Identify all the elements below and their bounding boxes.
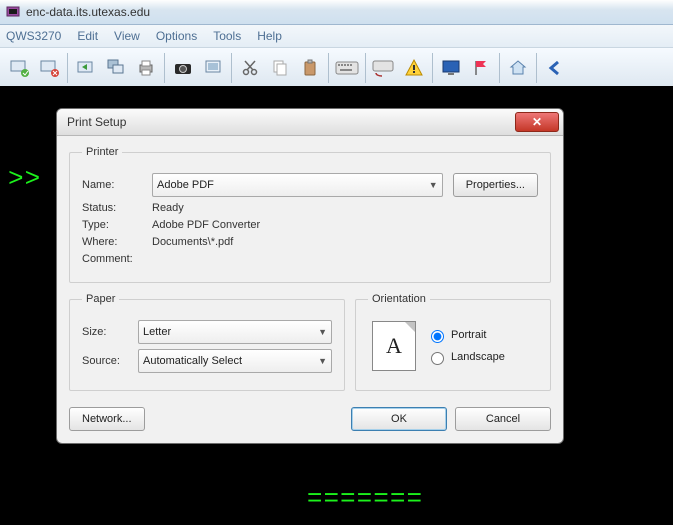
print-setup-dialog: Print Setup ✕ Printer Name: Adobe PDF ▼ …	[56, 108, 564, 444]
dropdown-value: Automatically Select	[143, 355, 242, 367]
landscape-radio[interactable]: Landscape	[426, 349, 505, 365]
menu-view[interactable]: View	[114, 29, 140, 43]
paper-source-dropdown[interactable]: Automatically Select ▼	[138, 349, 332, 373]
app-window: enc-data.its.utexas.edu QWS3270 Edit Vie…	[0, 0, 673, 525]
copy-icon[interactable]	[266, 54, 294, 82]
size-label: Size:	[82, 326, 138, 338]
toolbar	[0, 48, 673, 89]
nav-forward-icon[interactable]	[72, 54, 100, 82]
separator	[231, 53, 232, 83]
close-icon: ✕	[532, 115, 542, 129]
printer-name-dropdown[interactable]: Adobe PDF ▼	[152, 173, 443, 197]
menu-options[interactable]: Options	[156, 29, 197, 43]
connect-icon[interactable]	[5, 54, 33, 82]
type-value: Adobe PDF Converter	[152, 219, 260, 231]
screens-icon[interactable]	[102, 54, 130, 82]
dialog-title: Print Setup	[67, 115, 126, 129]
separator	[164, 53, 165, 83]
dropdown-value: Letter	[143, 326, 171, 338]
home-icon[interactable]	[504, 54, 532, 82]
network-button[interactable]: Network...	[69, 407, 145, 431]
orientation-preview-icon: A	[372, 321, 416, 371]
chevron-down-icon: ▼	[318, 327, 327, 337]
back-icon[interactable]	[541, 54, 569, 82]
terminal-text: >>	[8, 164, 41, 194]
ok-button[interactable]: OK	[351, 407, 447, 431]
window-title: enc-data.its.utexas.edu	[26, 5, 150, 19]
orientation-legend: Orientation	[368, 293, 430, 305]
orientation-group: Orientation A Portrait Landscape	[355, 293, 551, 391]
separator	[499, 53, 500, 83]
comment-label: Comment:	[82, 253, 152, 265]
menu-tools[interactable]: Tools	[213, 29, 241, 43]
separator	[67, 53, 68, 83]
chevron-down-icon: ▼	[318, 356, 327, 366]
menubar: QWS3270 Edit View Options Tools Help	[0, 25, 673, 48]
separator	[432, 53, 433, 83]
printer-legend: Printer	[82, 146, 122, 158]
portrait-radio[interactable]: Portrait	[426, 327, 505, 343]
separator	[536, 53, 537, 83]
menu-help[interactable]: Help	[257, 29, 282, 43]
paste-icon[interactable]	[296, 54, 324, 82]
paper-legend: Paper	[82, 293, 119, 305]
close-button[interactable]: ✕	[515, 112, 559, 132]
keyboard-icon[interactable]	[333, 54, 361, 82]
printer-group: Printer Name: Adobe PDF ▼ Properties... …	[69, 146, 551, 283]
menu-qws3270[interactable]: QWS3270	[6, 29, 61, 43]
where-label: Where:	[82, 236, 152, 248]
menu-edit[interactable]: Edit	[77, 29, 98, 43]
camera-icon[interactable]	[169, 54, 197, 82]
cancel-button[interactable]: Cancel	[455, 407, 551, 431]
paper-group: Paper Size: Letter ▼ Source: Automatical…	[69, 293, 345, 391]
separator	[365, 53, 366, 83]
dialog-titlebar: Print Setup ✕	[57, 109, 563, 136]
status-value: Ready	[152, 202, 184, 214]
source-label: Source:	[82, 355, 138, 367]
name-label: Name:	[82, 179, 152, 191]
monitor-icon[interactable]	[437, 54, 465, 82]
keyboard-link-icon[interactable]	[370, 54, 398, 82]
chevron-down-icon: ▼	[429, 180, 438, 190]
status-label: Status:	[82, 202, 152, 214]
printer-icon[interactable]	[132, 54, 160, 82]
terminal-text: =======	[8, 482, 665, 516]
paper-size-dropdown[interactable]: Letter ▼	[138, 320, 332, 344]
properties-button[interactable]: Properties...	[453, 173, 538, 197]
app-icon	[6, 5, 20, 19]
separator	[328, 53, 329, 83]
warning-icon[interactable]	[400, 54, 428, 82]
flag-icon[interactable]	[467, 54, 495, 82]
titlebar: enc-data.its.utexas.edu	[0, 0, 673, 25]
screenshot-icon[interactable]	[199, 54, 227, 82]
scissors-icon[interactable]	[236, 54, 264, 82]
where-value: Documents\*.pdf	[152, 236, 233, 248]
disconnect-icon[interactable]	[35, 54, 63, 82]
type-label: Type:	[82, 219, 152, 231]
dropdown-value: Adobe PDF	[157, 179, 214, 191]
